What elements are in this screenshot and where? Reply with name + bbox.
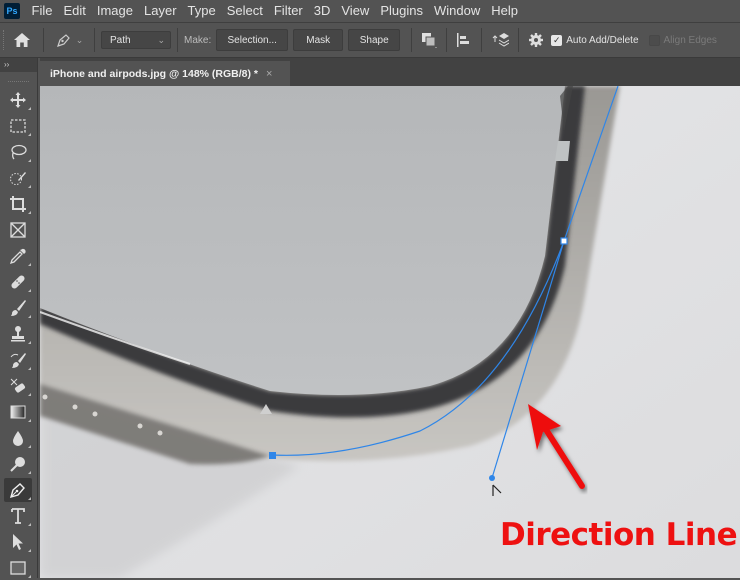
- frame-tool[interactable]: [4, 218, 32, 242]
- photoshop-logo: Ps: [4, 3, 20, 19]
- close-icon[interactable]: ×: [266, 68, 272, 80]
- type-icon: [11, 508, 25, 524]
- align-edges-label: Align Edges: [663, 34, 717, 46]
- spot-healing-brush-tool[interactable]: [4, 270, 32, 294]
- menu-bar: Ps File Edit Image Layer Type Select Fil…: [0, 0, 740, 22]
- history-brush-icon: [10, 353, 26, 368]
- separator: [94, 28, 95, 52]
- eyedropper-icon: [9, 248, 26, 265]
- move-icon: [10, 92, 26, 108]
- type-tool[interactable]: [4, 504, 32, 528]
- path-operations-button[interactable]: [418, 32, 440, 48]
- rectangle-icon: [10, 561, 26, 575]
- gradient-icon: [10, 405, 26, 419]
- mode-select[interactable]: Path ⌄: [101, 31, 171, 49]
- menu-edit[interactable]: Edit: [58, 0, 91, 22]
- menu-help[interactable]: Help: [486, 0, 524, 22]
- chevron-down-icon: ⌄: [75, 34, 84, 45]
- quick-selection-icon: [10, 172, 26, 185]
- separator: [481, 28, 483, 52]
- crop-icon: [10, 196, 26, 212]
- eraser-icon: [10, 378, 26, 393]
- home-icon: [14, 33, 30, 47]
- mode-select-value: Path: [110, 34, 131, 46]
- blur-icon: [13, 431, 23, 446]
- eraser-tool[interactable]: [4, 374, 32, 398]
- blur-tool[interactable]: [4, 426, 32, 450]
- align-edges-checkbox[interactable]: [648, 34, 660, 46]
- toolbar-collapse-button[interactable]: ››: [0, 58, 37, 72]
- tool-preset-picker[interactable]: ⌄: [50, 32, 88, 48]
- lasso-icon: [11, 144, 27, 160]
- lasso-tool[interactable]: [4, 140, 32, 164]
- make-label: Make:: [184, 34, 212, 46]
- pen-icon: [9, 483, 25, 499]
- separator: [411, 28, 413, 52]
- tools-panel: ››: [0, 58, 38, 578]
- chevron-down-icon: ⌄: [157, 34, 165, 45]
- gradient-tool[interactable]: [4, 400, 32, 424]
- toolbar-grip[interactable]: [8, 72, 29, 82]
- frame-icon: [10, 222, 26, 238]
- rectangle-tool[interactable]: [4, 556, 32, 580]
- document-tab[interactable]: iPhone and airpods.jpg @ 148% (RGB/8) * …: [40, 61, 290, 86]
- rectangular-marquee-tool[interactable]: [4, 114, 32, 138]
- menu-view[interactable]: View: [336, 0, 375, 22]
- make-mask-button[interactable]: Mask: [293, 29, 344, 51]
- anchor-point-start[interactable]: [269, 452, 276, 459]
- options-bar: ⌄ Path ⌄ Make: Selection... Mask Shape ✓…: [0, 22, 740, 58]
- stamp-icon: [11, 326, 25, 342]
- path-selection-tool[interactable]: [4, 530, 32, 554]
- move-tool[interactable]: [4, 88, 32, 112]
- path-arrangement-icon: [492, 33, 510, 47]
- home-button[interactable]: [7, 33, 37, 47]
- path-alignment-icon: [457, 33, 470, 47]
- menu-plugins[interactable]: Plugins: [375, 0, 429, 22]
- history-brush-tool[interactable]: [4, 348, 32, 372]
- brush-tool[interactable]: [4, 296, 32, 320]
- path-alignment-button[interactable]: [453, 32, 475, 48]
- align-edges-option[interactable]: Align Edges: [648, 34, 727, 46]
- direction-handle[interactable]: [489, 475, 495, 481]
- canvas-image: [40, 86, 740, 578]
- settings-button[interactable]: [525, 32, 547, 48]
- separator: [446, 28, 448, 52]
- menu-window[interactable]: Window: [428, 0, 485, 22]
- clone-stamp-tool[interactable]: [4, 322, 32, 346]
- crop-tool[interactable]: [4, 192, 32, 216]
- auto-add-delete-label: Auto Add/Delete: [566, 34, 639, 46]
- healing-brush-icon: [11, 275, 25, 289]
- menu-image[interactable]: Image: [91, 0, 138, 22]
- menu-layer[interactable]: Layer: [139, 0, 183, 22]
- make-selection-button[interactable]: Selection...: [216, 29, 289, 51]
- brush-icon: [11, 300, 26, 316]
- menu-type[interactable]: Type: [182, 0, 221, 22]
- arrow-cursor-icon: [13, 534, 23, 550]
- eyedropper-tool[interactable]: [4, 244, 32, 268]
- path-operations-icon: [422, 33, 438, 48]
- marquee-icon: [10, 119, 26, 133]
- auto-add-delete-option[interactable]: ✓ Auto Add/Delete: [551, 34, 648, 46]
- gear-icon: [529, 33, 544, 47]
- dodge-tool[interactable]: [4, 452, 32, 476]
- anchor-point-selected[interactable]: [560, 237, 568, 245]
- pen-tool-icon: [56, 34, 70, 47]
- menu-file[interactable]: File: [26, 0, 58, 22]
- separator: [177, 28, 178, 52]
- separator: [518, 28, 520, 52]
- document-tab-bar: iPhone and airpods.jpg @ 148% (RGB/8) * …: [40, 58, 740, 86]
- dodge-icon: [10, 457, 25, 472]
- separator: [43, 28, 44, 52]
- menu-3d[interactable]: 3D: [308, 0, 336, 22]
- make-shape-button[interactable]: Shape: [348, 29, 401, 51]
- path-arrangement-button[interactable]: [488, 32, 512, 48]
- menu-select[interactable]: Select: [221, 0, 268, 22]
- document-tab-title: iPhone and airpods.jpg @ 148% (RGB/8) *: [50, 67, 259, 80]
- document-canvas[interactable]: Direction Line: [40, 86, 740, 578]
- pen-tool[interactable]: [4, 478, 32, 502]
- auto-add-delete-checkbox[interactable]: ✓: [551, 34, 563, 46]
- annotation-label: Direction Line: [500, 517, 738, 553]
- menu-filter[interactable]: Filter: [268, 0, 308, 22]
- quick-selection-tool[interactable]: [4, 166, 32, 190]
